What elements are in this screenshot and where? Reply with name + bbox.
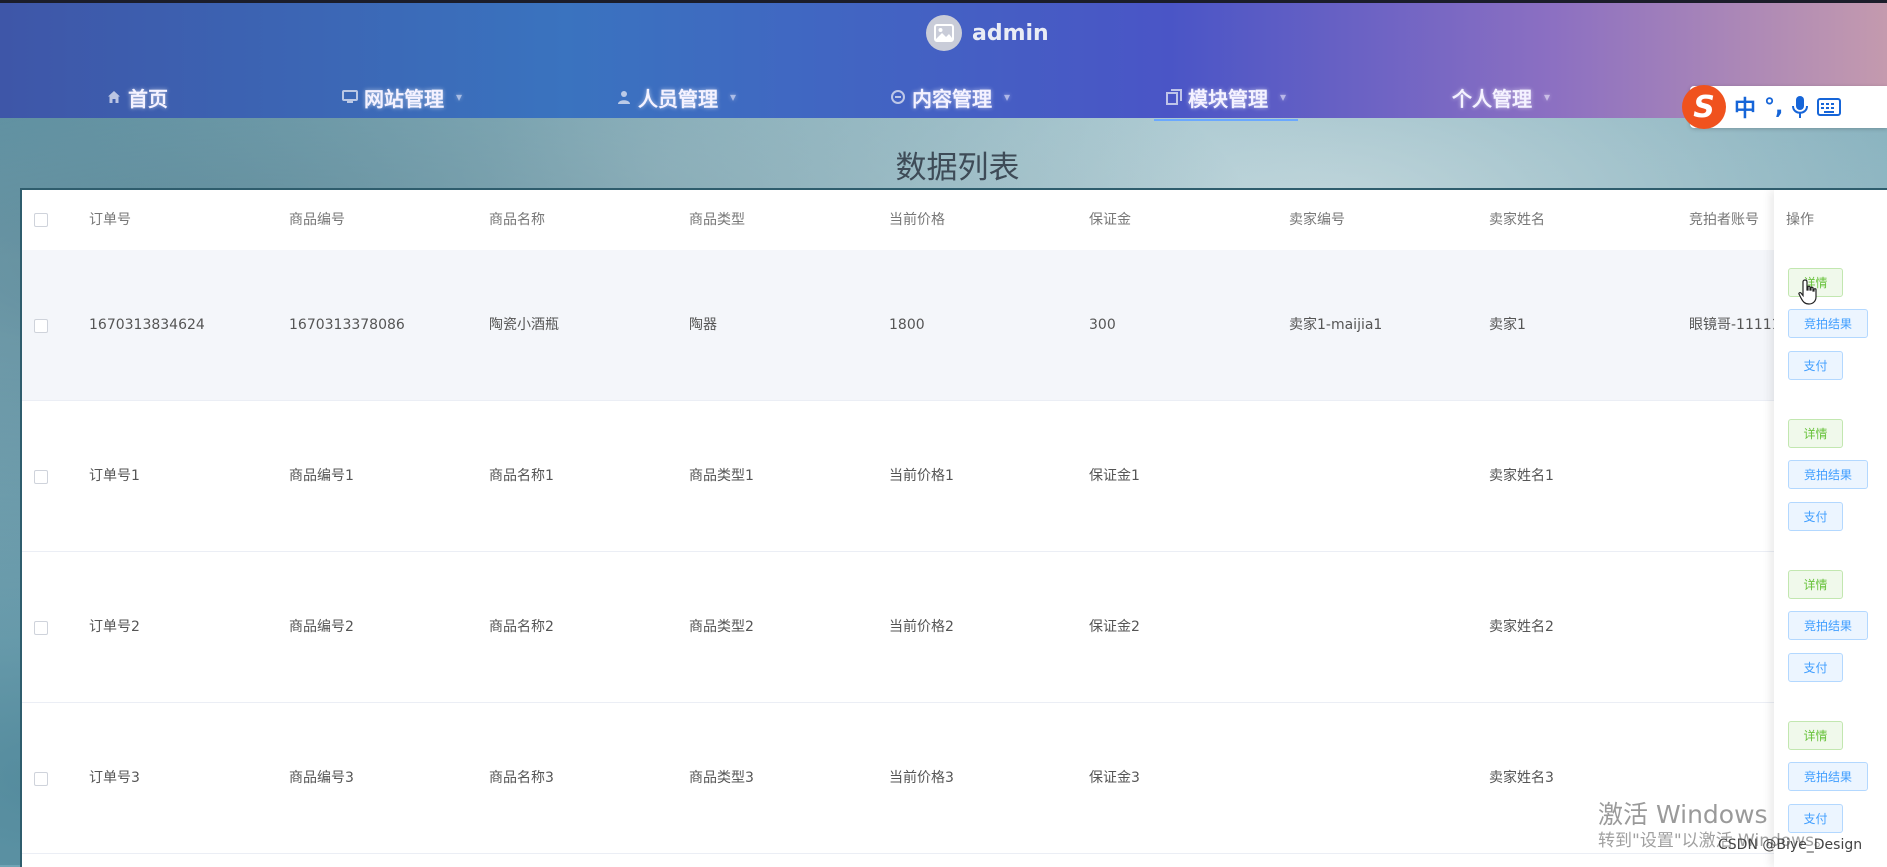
cell-current-price: 当前价格1 (889, 468, 954, 484)
row-checkbox[interactable] (34, 470, 48, 484)
home-icon (106, 89, 122, 105)
auction-result-button[interactable]: 竞拍结果 (1788, 611, 1868, 640)
cell-current-price: 1800 (889, 317, 925, 333)
chevron-down-icon: ▾ (730, 90, 737, 104)
cell-product-name: 商品名称2 (489, 619, 554, 635)
chevron-down-icon: ▾ (456, 90, 463, 104)
cell-product-no: 商品编号2 (289, 619, 354, 635)
pay-button[interactable]: 支付 (1788, 351, 1843, 380)
row-checkbox[interactable] (34, 319, 48, 333)
chevron-down-icon: ▾ (1280, 90, 1287, 104)
cell-order-no: 1670313834624 (89, 317, 205, 333)
cell-product-type: 商品类型2 (689, 619, 754, 635)
select-all-checkbox[interactable] (34, 213, 48, 227)
cell-deposit: 保证金2 (1089, 619, 1140, 635)
pay-button[interactable]: 支付 (1788, 502, 1843, 531)
source-credit: CSDN @Biye_Design (1718, 837, 1863, 853)
cell-deposit: 保证金3 (1089, 770, 1140, 786)
column-header: 商品类型 (689, 212, 745, 228)
cell-current-price: 当前价格2 (889, 619, 954, 635)
column-header: 卖家姓名 (1489, 212, 1545, 228)
main-nav: 首页 网站管理 ▾ 人员管理 ▾ 内容管理 ▾ 模块管理 ▾ 个人管理 ▾ (0, 73, 1887, 121)
page-title: 数据列表 (895, 150, 1020, 186)
chevron-down-icon: ▾ (1544, 90, 1551, 104)
brand-name: admin (972, 20, 1049, 46)
cell-product-name: 商品名称3 (489, 770, 554, 786)
hand-cursor-icon (1798, 279, 1817, 305)
brand[interactable]: admin (926, 13, 1049, 53)
nav-site-management-label: 网站管理 (364, 86, 444, 111)
nav-site-management[interactable]: 网站管理 ▾ (342, 73, 462, 121)
image-icon (934, 24, 954, 42)
detail-button[interactable]: 详情 (1788, 570, 1843, 599)
cell-seller-no: 卖家1-maijia1 (1289, 317, 1383, 333)
cell-seller-name: 卖家姓名3 (1489, 770, 1554, 786)
nav-content-management[interactable]: 内容管理 ▾ (890, 73, 1010, 121)
auction-result-button[interactable]: 竞拍结果 (1788, 460, 1868, 489)
cell-deposit: 保证金1 (1089, 468, 1140, 484)
column-header: 竞拍者账号 (1689, 212, 1759, 228)
nav-people-management-label: 人员管理 (638, 86, 718, 111)
cell-deposit: 300 (1089, 317, 1116, 333)
chat-icon (890, 89, 906, 105)
row-checkbox[interactable] (34, 772, 48, 786)
nav-people-management[interactable]: 人员管理 ▾ (616, 73, 736, 121)
operations-header: 操作 (1786, 212, 1814, 228)
nav-personal-management-label: 个人管理 (1452, 86, 1532, 111)
keyboard-icon[interactable] (1817, 98, 1842, 116)
cell-product-no: 1670313378086 (289, 317, 405, 333)
detail-button[interactable]: 详情 (1788, 419, 1843, 448)
table-row[interactable]: 订单号2 商品编号2 商品名称2 商品类型2 当前价格2 保证金2 卖家姓名2 (22, 552, 1887, 703)
table-row[interactable]: 订单号1 商品编号1 商品名称1 商品类型1 当前价格1 保证金1 卖家姓名1 (22, 401, 1887, 552)
auction-result-button[interactable]: 竞拍结果 (1788, 309, 1868, 338)
top-header: admin 首页 网站管理 ▾ 人员管理 ▾ 内容管理 ▾ 模块管理 ▾ 个人管… (0, 0, 1887, 121)
column-header: 订单号 (89, 212, 131, 228)
cell-current-price: 当前价格3 (889, 770, 954, 786)
nav-home[interactable]: 首页 (106, 73, 168, 121)
row-checkbox[interactable] (34, 621, 48, 635)
cell-bidder-account: 眼镜哥-11111 (1689, 317, 1781, 333)
ime-language-toggle[interactable]: 中 (1734, 91, 1756, 123)
cell-order-no: 订单号1 (89, 468, 140, 484)
nav-personal-management[interactable]: 个人管理 ▾ (1452, 73, 1550, 121)
cell-product-no: 商品编号3 (289, 770, 354, 786)
column-header: 商品名称 (489, 212, 545, 228)
microphone-icon[interactable] (1791, 95, 1809, 119)
table-row[interactable]: 1670313834624 1670313378086 陶瓷小酒瓶 陶器 180… (22, 250, 1887, 401)
cell-product-no: 商品编号1 (289, 468, 354, 484)
cell-product-name: 陶瓷小酒瓶 (489, 317, 559, 333)
cell-product-type: 陶器 (689, 317, 717, 333)
column-header: 商品编号 (289, 212, 345, 228)
nav-module-management[interactable]: 模块管理 ▾ (1153, 73, 1299, 121)
cell-product-name: 商品名称1 (489, 468, 554, 484)
sogou-logo[interactable]: S (1682, 85, 1726, 129)
monitor-icon (342, 89, 358, 105)
cell-seller-name: 卖家姓名2 (1489, 619, 1554, 635)
cell-product-type: 商品类型3 (689, 770, 754, 786)
operations-column: 操作 详情 竞拍结果 支付 详情 竞拍结果 支付 详情 竞拍结果 支付 详情 竞… (1774, 190, 1887, 867)
column-header: 当前价格 (889, 212, 945, 228)
avatar[interactable] (926, 15, 962, 51)
nav-home-label: 首页 (128, 86, 168, 111)
cell-seller-name: 卖家姓名1 (1489, 468, 1554, 484)
user-icon (616, 89, 632, 105)
detail-button[interactable]: 详情 (1788, 721, 1843, 750)
cell-order-no: 订单号3 (89, 770, 140, 786)
pay-button[interactable]: 支付 (1788, 653, 1843, 682)
data-table: 订单号 商品编号 商品名称 商品类型 当前价格 保证金 卖家编号 卖家姓名 竞拍… (20, 188, 1887, 867)
auction-result-button[interactable]: 竞拍结果 (1788, 762, 1868, 791)
ime-punctuation-toggle[interactable]: °, (1764, 95, 1783, 120)
copy-icon (1166, 89, 1182, 105)
column-header: 保证金 (1089, 212, 1131, 228)
cell-seller-name: 卖家1 (1489, 317, 1526, 333)
chevron-down-icon: ▾ (1004, 90, 1011, 104)
table-header: 订单号 商品编号 商品名称 商品类型 当前价格 保证金 卖家编号 卖家姓名 竞拍… (22, 190, 1887, 251)
column-header: 卖家编号 (1289, 212, 1345, 228)
cell-product-type: 商品类型1 (689, 468, 754, 484)
nav-module-management-label: 模块管理 (1188, 86, 1268, 111)
nav-content-management-label: 内容管理 (912, 86, 992, 111)
ime-toolbar[interactable]: S 中 °, (1682, 85, 1887, 129)
cell-order-no: 订单号2 (89, 619, 140, 635)
